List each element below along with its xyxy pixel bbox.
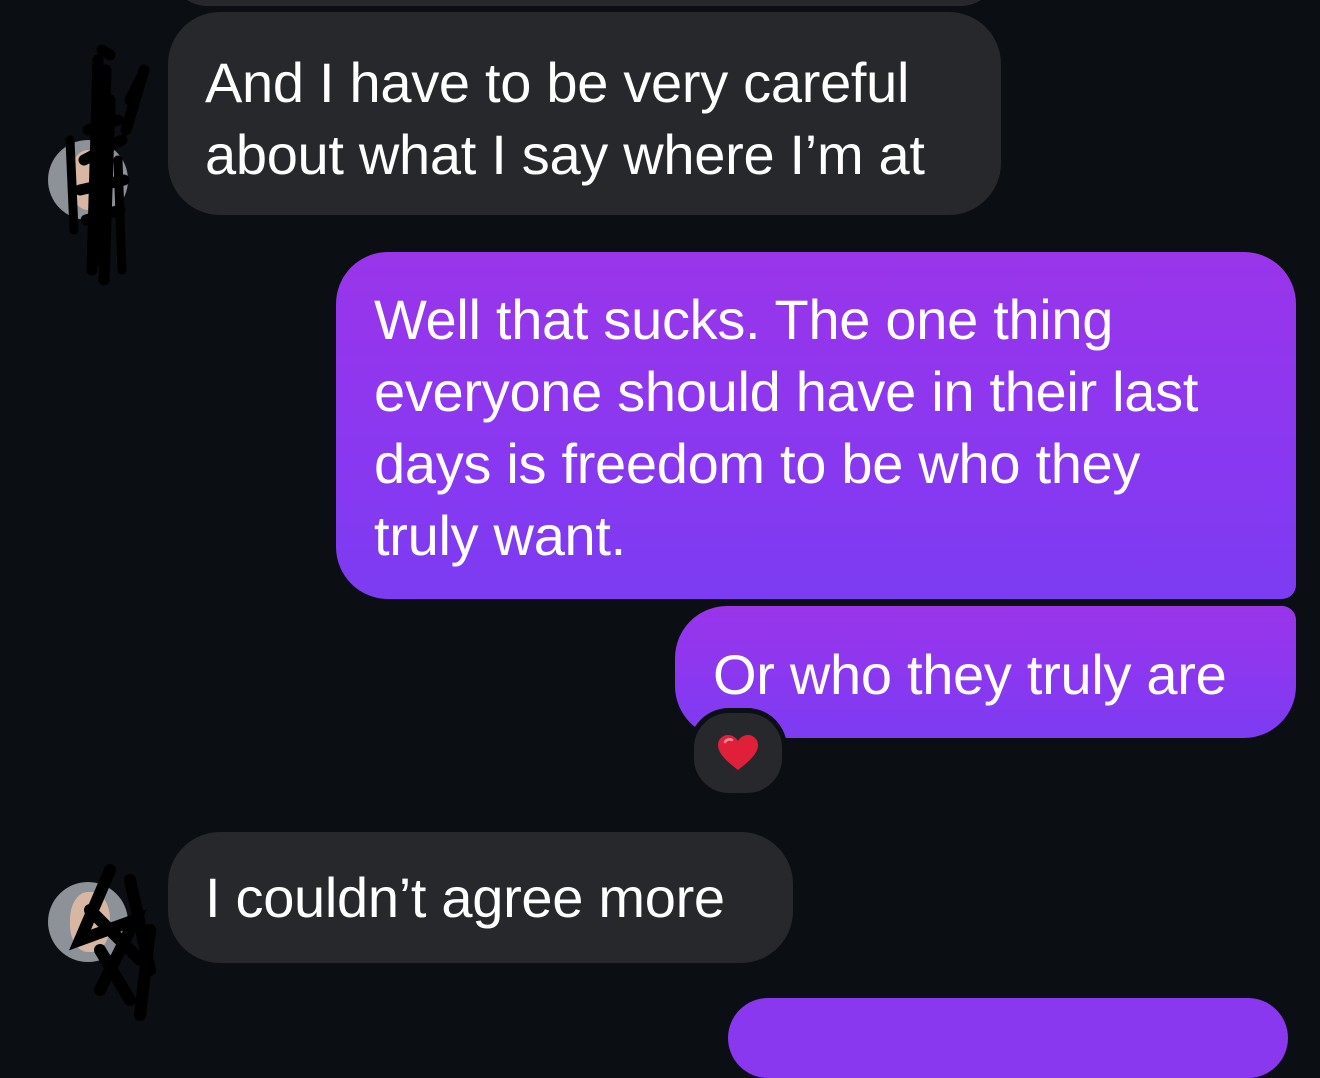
reaction-badge[interactable]	[689, 708, 787, 798]
heart-icon	[718, 735, 758, 770]
next-message-bubble[interactable]	[728, 998, 1288, 1078]
redaction-scribble	[65, 44, 150, 286]
message-bubble-incoming[interactable]: I couldn’t agree more	[168, 832, 793, 963]
redaction-scribble	[69, 864, 156, 1021]
message-bubble-outgoing[interactable]: Well that sucks. The one thing everyone …	[336, 252, 1296, 599]
message-bubble-incoming[interactable]: And I have to be very careful about what…	[168, 12, 1001, 215]
previous-message-bubble[interactable]	[168, 0, 1000, 6]
